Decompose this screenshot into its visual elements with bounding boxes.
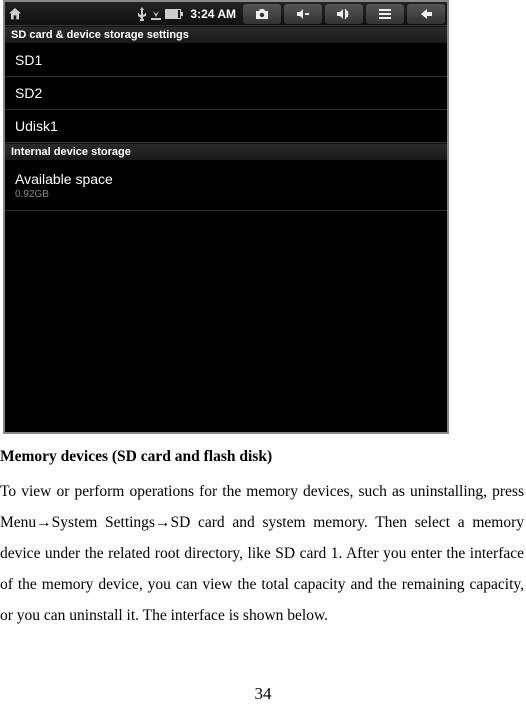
status-time: 3:24 AM [190,7,236,21]
doc-paragraph: To view or perform operations for the me… [0,476,524,631]
menu-button[interactable] [366,4,404,24]
storage-item-udisk1[interactable]: Udisk1 [5,110,447,143]
storage-item-sd1[interactable]: SD1 [5,44,447,77]
battery-icon [165,9,181,19]
status-bar: 3:24 AM [5,2,447,26]
back-button[interactable] [407,4,445,24]
download-icon [150,8,162,20]
page-number: 34 [0,684,526,704]
doc-section-title: Memory devices (SD card and flash disk) [0,448,524,466]
camera-button[interactable] [243,4,281,24]
volume-up-button[interactable] [325,4,363,24]
section-header-internal: Internal device storage [5,143,447,161]
storage-item-label: Udisk1 [15,118,58,134]
document-text: Memory devices (SD card and flash disk) … [0,434,526,631]
section-header-storage: SD card & device storage settings [5,26,447,44]
available-space-item[interactable]: Available space 0.92GB [5,161,447,211]
storage-item-label: SD2 [15,85,42,101]
settings-empty-area [5,211,447,432]
usb-icon [137,7,147,21]
home-icon[interactable] [7,6,23,22]
available-space-value: 0.92GB [15,189,437,200]
volume-down-button[interactable] [284,4,322,24]
storage-item-sd2[interactable]: SD2 [5,77,447,110]
storage-item-label: SD1 [15,52,42,68]
android-screenshot: 3:24 AM SD card & device storage setting… [3,0,449,434]
available-space-label: Available space [15,171,113,187]
